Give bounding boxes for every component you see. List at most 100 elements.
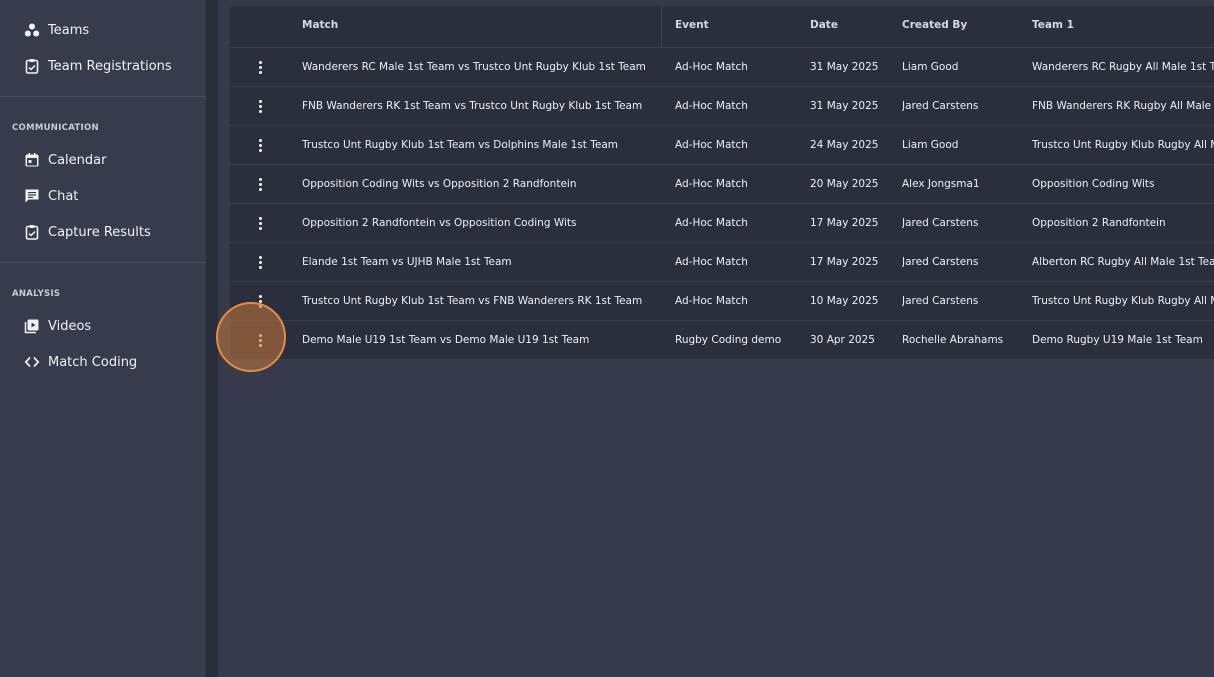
table-row[interactable]: FNB Wanderers RK 1st Team vs Trustco Unt… (230, 87, 1214, 126)
table-header: Match Event Date Created By Team 1 (230, 6, 1214, 48)
menu-dot (258, 60, 262, 64)
sidebar-item-label: Capture Results (48, 224, 151, 240)
table-row[interactable]: Elande 1st Team vs UJHB Male 1st Team Ad-… (230, 243, 1214, 282)
sidebar-item-match-coding[interactable]: Match Coding (24, 350, 137, 374)
clipboard-icon (24, 224, 40, 240)
sidebar-item-label: Match Coding (48, 354, 138, 370)
sidebar-item-calendar[interactable]: Calendar (24, 148, 106, 172)
column-header-event[interactable]: Event (675, 6, 709, 47)
cell-event: Ad-Hoc Match (675, 139, 748, 151)
sidebar-divider (0, 262, 206, 263)
sidebar: Teams Team Registrations COMMUNICATION C… (0, 0, 206, 677)
cell-match: Demo Male U19 1st Team vs Demo Male U19 … (302, 334, 590, 346)
cell-created-by: Jared Carstens (902, 217, 979, 229)
cell-team1: Alberton RC Rugby All Male 1st Tea (1032, 256, 1214, 268)
cell-match: Trustco Unt Rugby Klub 1st Team vs FNB W… (302, 295, 643, 307)
menu-dot (258, 104, 262, 108)
sidebar-item-label: Calendar (48, 152, 107, 168)
cell-date: 24 May 2025 (810, 139, 879, 151)
sidebar-item-teams[interactable]: Teams (24, 18, 89, 42)
more-vert-icon[interactable] (252, 175, 268, 193)
sidebar-divider (0, 96, 206, 97)
sidebar-item-label: Teams (48, 22, 90, 38)
menu-dot (258, 294, 262, 298)
cell-match: Opposition 2 Randfontein vs Opposition C… (302, 217, 577, 229)
menu-dot (258, 99, 262, 103)
cell-team1: FNB Wanderers RK Rugby All Male 1 (1032, 100, 1214, 112)
menu-dot (258, 226, 262, 230)
menu-dot (258, 65, 262, 69)
menu-dot (258, 177, 262, 181)
sidebar-item-capture-results[interactable]: Capture Results (24, 220, 151, 244)
cell-event: Ad-Hoc Match (675, 217, 748, 229)
cell-created-by: Liam Good (902, 61, 959, 73)
sidebar-item-chat[interactable]: Chat (24, 184, 78, 208)
column-header-date[interactable]: Date (810, 6, 838, 47)
cell-event: Ad-Hoc Match (675, 256, 748, 268)
table-row[interactable]: Opposition 2 Randfontein vs Opposition C… (230, 204, 1214, 243)
cell-event: Ad-Hoc Match (675, 61, 748, 73)
cell-team1: Wanderers RC Rugby All Male 1st Te (1032, 61, 1214, 73)
cell-date: 31 May 2025 (810, 61, 879, 73)
column-header-match[interactable]: Match (302, 6, 338, 47)
table-row[interactable]: Opposition Coding Wits vs Opposition 2 R… (230, 165, 1214, 204)
cell-match: Opposition Coding Wits vs Opposition 2 R… (302, 178, 577, 190)
cell-date: 17 May 2025 (810, 256, 879, 268)
more-vert-icon[interactable] (252, 97, 268, 115)
menu-dot (258, 143, 262, 147)
cell-created-by: Liam Good (902, 139, 959, 151)
table-row[interactable]: Trustco Unt Rugby Klub 1st Team vs FNB W… (230, 282, 1214, 321)
matches-table: Match Event Date Created By Team 1 Wande… (230, 6, 1214, 360)
cell-team1: Opposition 2 Randfontein (1032, 217, 1166, 229)
cell-event: Rugby Coding demo (675, 334, 782, 346)
cell-created-by: Jared Carstens (902, 295, 979, 307)
table-row[interactable]: Trustco Unt Rugby Klub 1st Team vs Dolph… (230, 126, 1214, 165)
more-vert-icon[interactable] (252, 136, 268, 154)
column-header-created-by[interactable]: Created By (902, 6, 967, 47)
cell-created-by: Alex Jongsma1 (902, 178, 980, 190)
sidebar-item-label: Videos (48, 318, 92, 334)
chat-icon (24, 188, 40, 204)
menu-dot (258, 216, 262, 220)
cell-event: Ad-Hoc Match (675, 100, 748, 112)
cell-date: 17 May 2025 (810, 217, 879, 229)
column-divider (661, 6, 662, 47)
video-library-icon (24, 318, 40, 334)
section-title-analysis: ANALYSIS (12, 289, 61, 299)
cell-match: Trustco Unt Rugby Klub 1st Team vs Dolph… (302, 139, 618, 151)
cell-team1: Trustco Unt Rugby Klub Rugby All M (1032, 139, 1214, 151)
more-vert-icon[interactable] (252, 58, 268, 76)
more-vert-icon[interactable] (252, 214, 268, 232)
menu-dot (258, 221, 262, 225)
clipboard-icon (24, 58, 40, 74)
menu-dot (258, 260, 262, 264)
cell-team1: Opposition Coding Wits (1032, 178, 1155, 190)
menu-dot (258, 187, 262, 191)
column-header-team1[interactable]: Team 1 (1032, 6, 1074, 47)
menu-dot (258, 255, 262, 259)
cell-date: 20 May 2025 (810, 178, 879, 190)
menu-dot (258, 148, 262, 152)
cell-date: 10 May 2025 (810, 295, 879, 307)
cell-event: Ad-Hoc Match (675, 178, 748, 190)
cell-match: FNB Wanderers RK 1st Team vs Trustco Unt… (302, 100, 643, 112)
cell-match: Wanderers RC Male 1st Team vs Trustco Un… (302, 61, 646, 73)
teams-icon (24, 22, 40, 38)
cell-created-by: Jared Carstens (902, 100, 979, 112)
calendar-icon (24, 152, 40, 168)
cell-match: Elande 1st Team vs UJHB Male 1st Team (302, 256, 512, 268)
section-title-communication: COMMUNICATION (12, 123, 99, 133)
menu-dot (258, 138, 262, 142)
sidebar-item-label: Chat (48, 188, 79, 204)
menu-dot (258, 265, 262, 269)
sidebar-item-videos[interactable]: Videos (24, 314, 91, 338)
cell-team1: Demo Rugby U19 Male 1st Team (1032, 334, 1203, 346)
table-row[interactable]: Demo Male U19 1st Team vs Demo Male U19 … (230, 321, 1214, 360)
more-vert-icon[interactable] (252, 253, 268, 271)
cell-created-by: Jared Carstens (902, 256, 979, 268)
menu-dot (258, 109, 262, 113)
table-row[interactable]: Wanderers RC Male 1st Team vs Trustco Un… (230, 48, 1214, 87)
sidebar-item-team-registrations[interactable]: Team Registrations (24, 54, 172, 78)
code-icon (24, 354, 40, 370)
cell-created-by: Rochelle Abrahams (902, 334, 1004, 346)
